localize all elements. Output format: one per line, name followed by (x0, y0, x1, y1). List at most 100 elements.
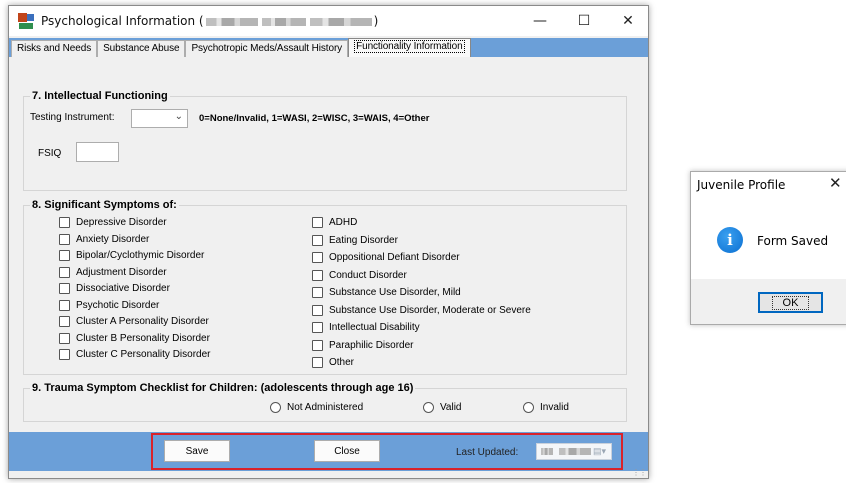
intellectual-functioning-group: 7. Intellectual Functioning Testing Inst… (23, 90, 627, 191)
checkbox-box (59, 299, 70, 311)
checkbox-label: Eating Disorder (329, 234, 398, 246)
calendar-dropdown-icon: ▤▾ (592, 446, 606, 456)
checkbox-conduct-disorder[interactable]: Conduct Disorder (312, 269, 407, 281)
checkbox-box (59, 250, 70, 261)
checkbox-substance-use-disorder-moderate-or-severe[interactable]: Substance Use Disorder, Moderate or Seve… (312, 304, 531, 316)
instrument-legend: 0=None/Invalid, 1=WASI, 2=WISC, 3=WAIS, … (199, 113, 430, 124)
checkbox-label: Substance Use Disorder, Mild (329, 287, 461, 298)
checkbox-label: Psychotic Disorder (76, 299, 160, 311)
radio-valid[interactable]: Valid (423, 402, 462, 413)
radio-label: Invalid (540, 402, 569, 413)
checkbox-box (312, 339, 323, 351)
significant-symptoms-group: 8. Significant Symptoms of: Depressive D… (23, 199, 627, 375)
checkbox-label: Oppositional Defiant Disorder (329, 252, 460, 263)
checkbox-box (312, 269, 323, 281)
checkbox-box (59, 283, 70, 294)
checkbox-label: Conduct Disorder (329, 269, 407, 281)
trauma-checklist-group: 9. Trauma Symptom Checklist for Children… (23, 382, 627, 422)
checkbox-eating-disorder[interactable]: Eating Disorder (312, 234, 398, 246)
checkbox-box (59, 332, 70, 344)
tab-functionality-information[interactable]: Functionality Information (348, 38, 471, 57)
checkbox-label: Cluster A Personality Disorder (76, 316, 209, 327)
checkbox-substance-use-disorder-mild[interactable]: Substance Use Disorder, Mild (312, 287, 461, 298)
checkbox-box (59, 217, 70, 228)
tab-psychotropic-meds[interactable]: Psychotropic Meds/Assault History (185, 40, 349, 57)
checkbox-dissociative-disorder[interactable]: Dissociative Disorder (59, 283, 170, 294)
checkbox-label: Cluster C Personality Disorder (76, 349, 211, 360)
title-bar[interactable]: Psychological Information () — ☐ ✕ (9, 6, 648, 36)
checkbox-box (312, 252, 323, 263)
checkbox-label: Adjustment Disorder (76, 266, 167, 278)
group-title: 7. Intellectual Functioning (30, 90, 170, 102)
maximize-button[interactable]: ☐ (562, 6, 606, 36)
minimize-button[interactable]: — (518, 6, 562, 36)
main-window: Psychological Information () — ☐ ✕ Risks… (8, 5, 649, 479)
checkbox-bipolar-cyclothymic-disorder[interactable]: Bipolar/Cyclothymic Disorder (59, 250, 204, 261)
radio-label: Valid (440, 402, 462, 413)
checkbox-oppositional-defiant-disorder[interactable]: Oppositional Defiant Disorder (312, 252, 460, 263)
fsiq-input[interactable] (76, 142, 119, 162)
save-button[interactable]: Save (164, 440, 230, 462)
message-dialog: Juvenile Profile ✕ i Form Saved OK (690, 171, 846, 325)
close-form-button[interactable]: Close (314, 440, 380, 462)
checkbox-cluster-a-personality-disorder[interactable]: Cluster A Personality Disorder (59, 316, 209, 327)
checkbox-box (312, 287, 323, 298)
checkbox-adhd[interactable]: ADHD (312, 217, 357, 228)
checkbox-cluster-c-personality-disorder[interactable]: Cluster C Personality Disorder (59, 349, 211, 360)
checkbox-label: Bipolar/Cyclothymic Disorder (76, 250, 205, 261)
last-updated-picker[interactable]: ▤▾ (536, 443, 612, 460)
ok-button[interactable]: OK (758, 292, 823, 313)
checkbox-box (59, 316, 70, 327)
chevron-down-icon: ⌄ (174, 111, 183, 122)
tab-risks-and-needs[interactable]: Risks and Needs (11, 40, 98, 57)
checkbox-anxiety-disorder[interactable]: Anxiety Disorder (59, 233, 149, 245)
radio-label: Not Administered (287, 402, 364, 413)
checkbox-psychotic-disorder[interactable]: Psychotic Disorder (59, 299, 160, 311)
last-updated-label: Last Updated: (456, 447, 519, 458)
checkbox-depressive-disorder[interactable]: Depressive Disorder (59, 217, 167, 228)
close-button[interactable]: ✕ (606, 6, 650, 36)
ok-label: OK (771, 295, 810, 310)
checkbox-label: ADHD (329, 217, 358, 228)
checkbox-label: Other (329, 357, 355, 368)
info-icon: i (717, 227, 743, 253)
tab-panel: 7. Intellectual Functioning Testing Inst… (10, 57, 647, 432)
checkbox-intellectual-disability[interactable]: Intellectual Disability (312, 322, 420, 333)
checkbox-label: Intellectual Disability (329, 322, 420, 333)
resize-grip-icon[interactable]: ⋮⋮ (632, 468, 647, 477)
checkbox-box (312, 304, 323, 316)
tab-substance-abuse[interactable]: Substance Abuse (97, 40, 186, 57)
checkbox-label: Dissociative Disorder (76, 283, 170, 294)
checkbox-box (312, 322, 323, 333)
radio-circle (423, 402, 434, 413)
redacted-value (541, 448, 553, 455)
checkbox-box (312, 217, 323, 228)
checkbox-box (59, 233, 70, 245)
dialog-close-button[interactable]: ✕ (829, 174, 842, 192)
checkbox-other[interactable]: Other (312, 357, 354, 368)
checkbox-box (312, 234, 323, 246)
testing-instrument-select[interactable]: ⌄ (131, 109, 188, 128)
checkbox-label: Cluster B Personality Disorder (76, 332, 210, 344)
dialog-title: Juvenile Profile (697, 178, 786, 192)
radio-invalid[interactable]: Invalid (523, 402, 569, 413)
app-icon (18, 13, 34, 29)
group-title: 9. Trauma Symptom Checklist for Children… (30, 382, 416, 394)
fsiq-label: FSIQ (38, 148, 62, 159)
checkbox-label: Substance Use Disorder, Moderate or Seve… (329, 304, 531, 316)
radio-circle (523, 402, 534, 413)
dialog-message: Form Saved (757, 234, 829, 248)
checkbox-box (59, 349, 70, 360)
group-title: 8. Significant Symptoms of: (30, 199, 179, 211)
checkbox-paraphilic-disorder[interactable]: Paraphilic Disorder (312, 339, 414, 351)
checkbox-adjustment-disorder[interactable]: Adjustment Disorder (59, 266, 167, 278)
checkbox-box (312, 357, 323, 368)
checkbox-cluster-b-personality-disorder[interactable]: Cluster B Personality Disorder (59, 332, 210, 344)
tab-label: Functionality Information (354, 40, 465, 53)
tab-strip: Risks and Needs Substance Abuse Psychotr… (9, 38, 648, 57)
checkbox-label: Paraphilic Disorder (329, 339, 414, 351)
redacted-value (559, 448, 591, 455)
checkbox-box (59, 266, 70, 278)
radio-circle (270, 402, 281, 413)
radio-not-administered[interactable]: Not Administered (270, 402, 363, 413)
